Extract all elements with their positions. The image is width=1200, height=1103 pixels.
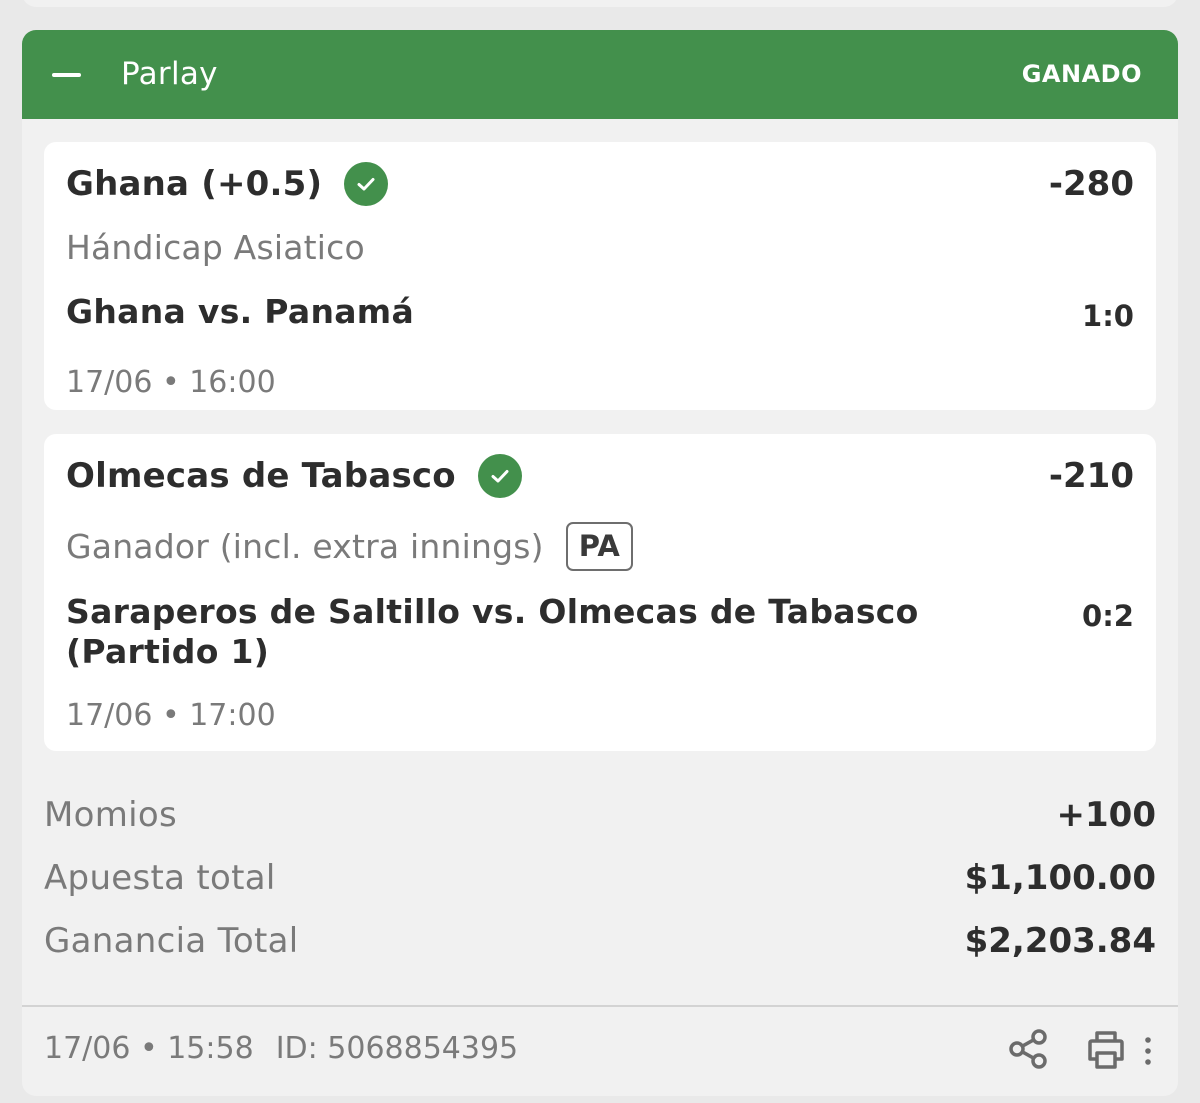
winnings-value: $2,203.84 (964, 921, 1156, 961)
collapse-icon[interactable] (52, 73, 81, 77)
selection-market: Ganador (incl. extra innings) (66, 526, 544, 566)
odds-value: +100 (1056, 795, 1156, 835)
market-row: Hándicap Asiatico (66, 226, 365, 270)
pa-badge: PA (565, 522, 633, 571)
print-icon[interactable] (1084, 1028, 1128, 1072)
selection-name: Olmecas de Tabasco (66, 456, 456, 496)
share-icon[interactable] (1007, 1027, 1051, 1071)
event-name: Ghana vs. Panamá (66, 292, 415, 331)
previous-ticket-edge (22, 0, 1178, 7)
selection-name: Ghana (+0.5) (66, 164, 323, 204)
selection-card: Ghana (+0.5) -280 Hándicap Asiatico Ghan… (44, 142, 1156, 410)
event-date: 17/06 • 17:00 (66, 698, 276, 733)
ticket-footer-info: 17/06 • 15:58 ID: 5068854395 (44, 1029, 518, 1069)
check-circle-icon (477, 454, 522, 498)
market-row: Ganador (incl. extra innings) PA (66, 522, 633, 571)
odds-label: Momios (44, 795, 178, 835)
status-badge: GANADO (1021, 60, 1142, 88)
selection-title-row: Olmecas de Tabasco (66, 454, 522, 498)
selection-odds: -210 (1048, 456, 1134, 496)
selection-card: Olmecas de Tabasco -210 Ganador (incl. e… (44, 434, 1156, 751)
event-date: 17/06 • 16:00 (66, 365, 276, 400)
winnings-label: Ganancia Total (44, 921, 299, 961)
selection-odds: -280 (1048, 164, 1134, 204)
event-score: 0:2 (1082, 599, 1134, 633)
stake-label: Apuesta total (44, 858, 276, 898)
parlay-ticket: Parlay GANADO Ghana (+0.5) -280 Hándicap… (22, 30, 1178, 1096)
selection-title-row: Ghana (+0.5) (66, 162, 389, 206)
more-vertical-icon[interactable] (1138, 1034, 1158, 1070)
summary-stake-row: Apuesta total $1,100.00 (44, 855, 1156, 901)
event-score: 1:0 (1082, 299, 1134, 333)
divider (22, 1005, 1178, 1007)
summary-odds-row: Momios +100 (44, 792, 1156, 838)
event-name: Saraperos de Saltillo vs. Olmecas de Tab… (66, 592, 919, 671)
ticket-id: ID: 5068854395 (275, 1031, 519, 1066)
check-circle-icon (344, 162, 389, 206)
selection-market: Hándicap Asiatico (66, 228, 365, 267)
summary-winnings-row: Ganancia Total $2,203.84 (44, 918, 1156, 964)
stake-value: $1,100.00 (964, 858, 1156, 898)
ticket-header[interactable]: Parlay GANADO (22, 30, 1178, 119)
ticket-title: Parlay (121, 56, 218, 92)
placed-timestamp: 17/06 • 15:58 (44, 1031, 254, 1066)
